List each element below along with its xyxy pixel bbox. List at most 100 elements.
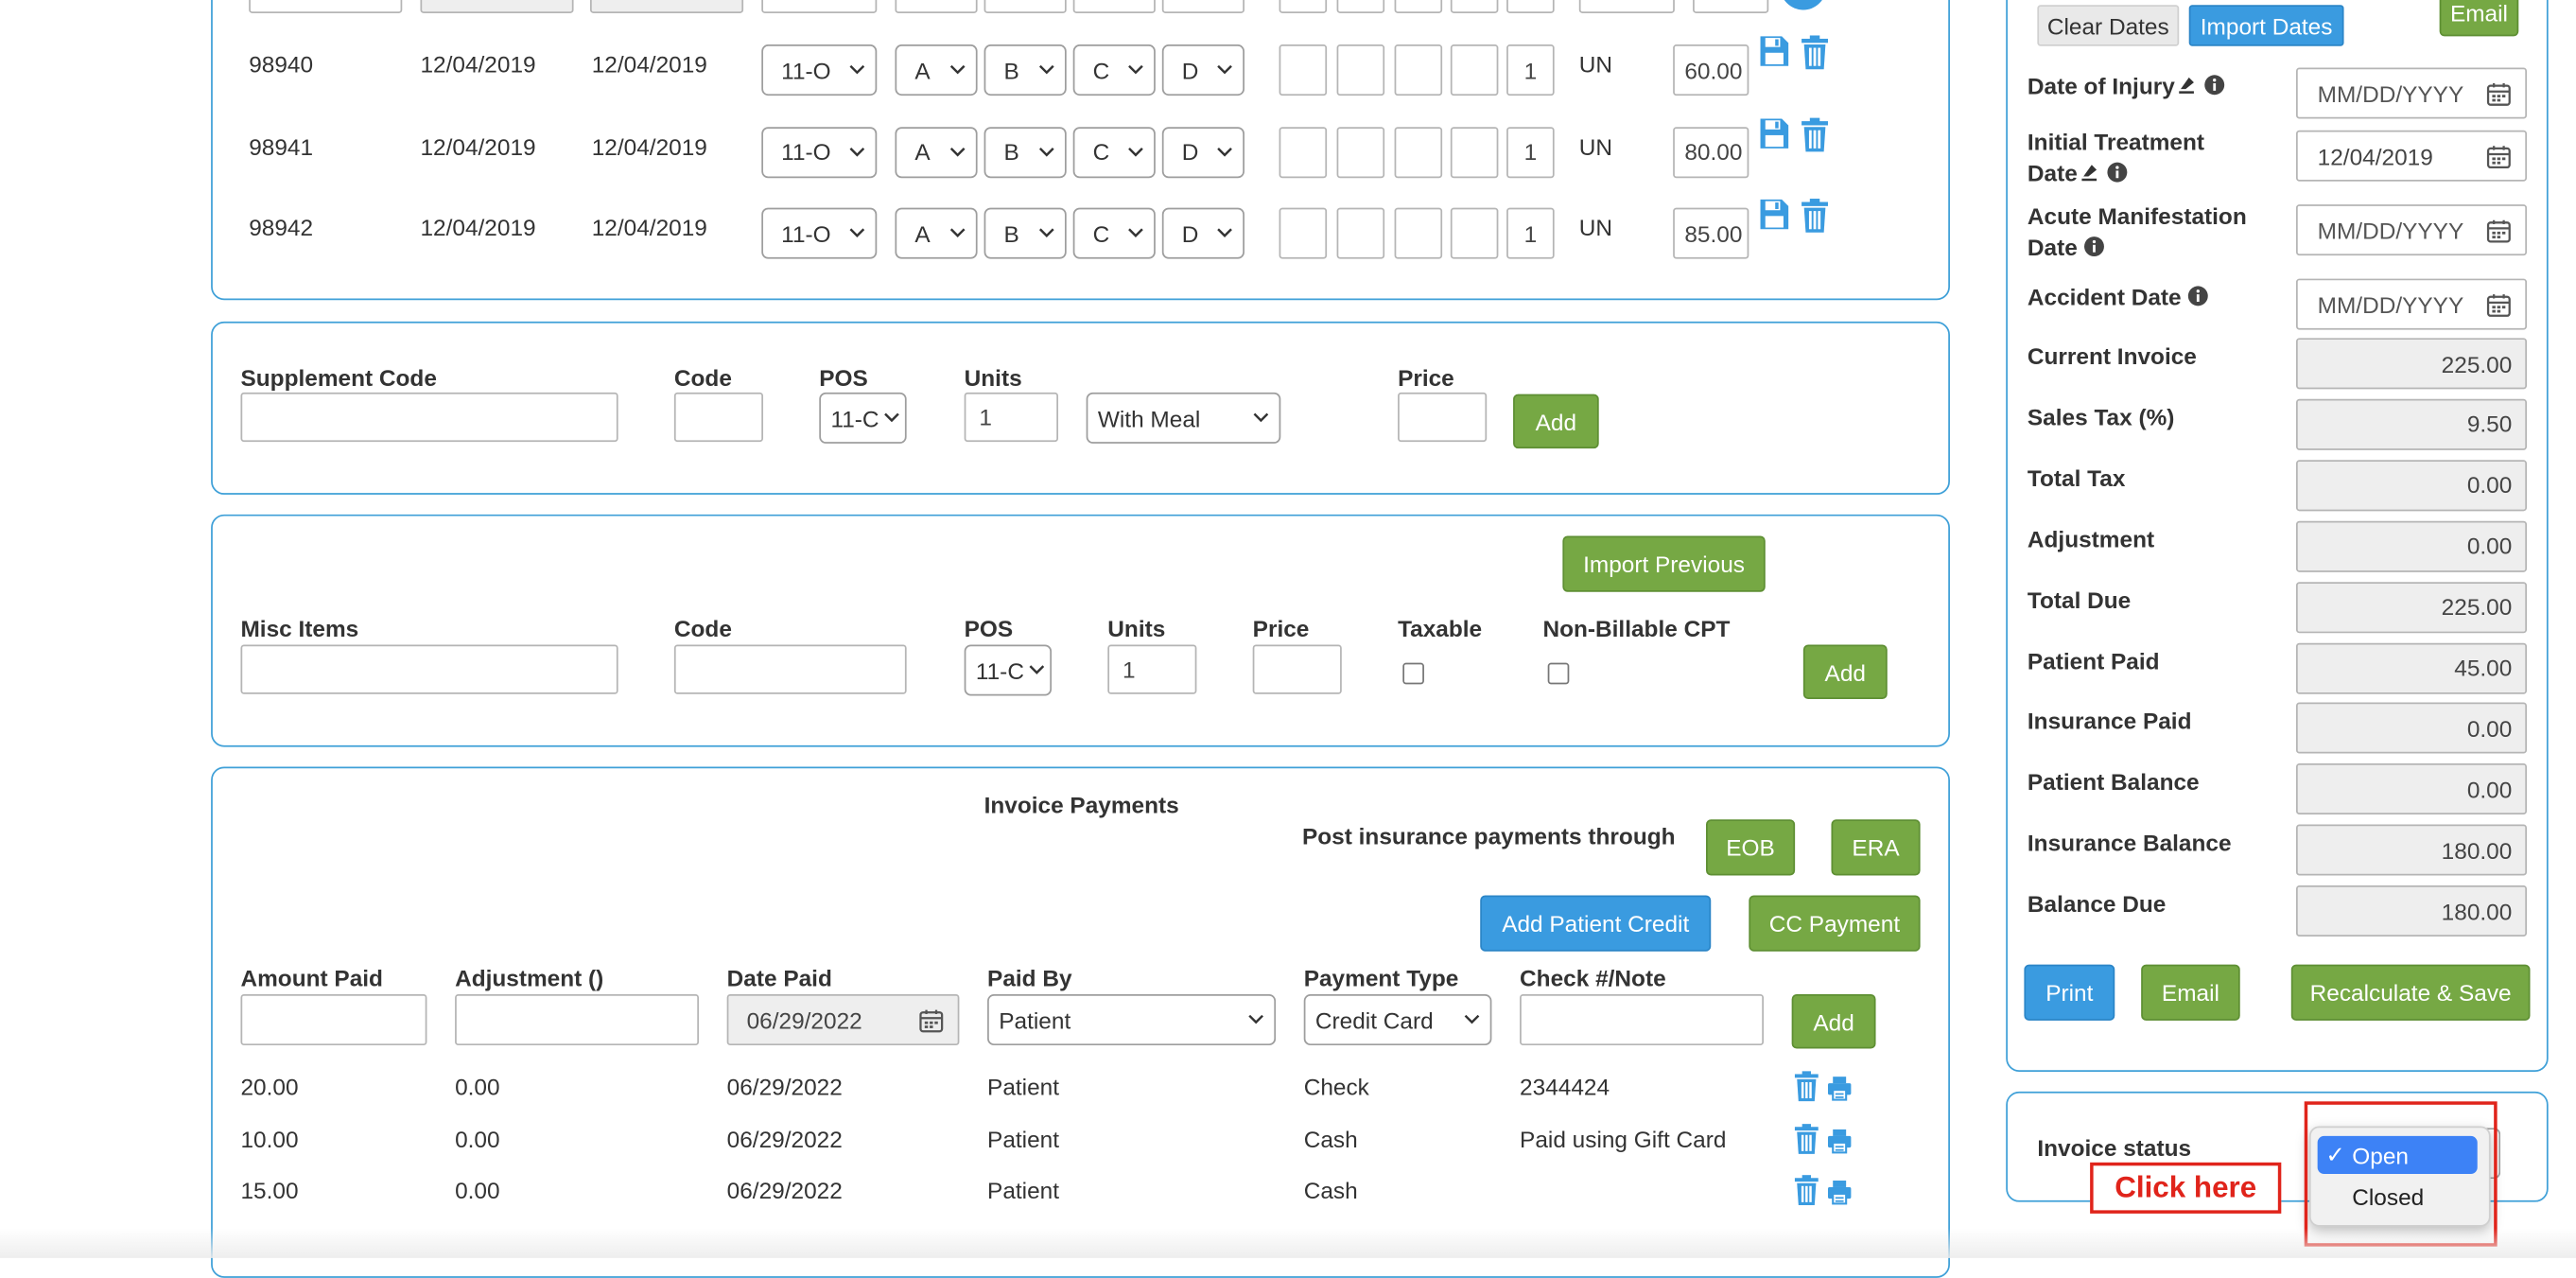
nonbillable-checkbox[interactable] — [1547, 662, 1570, 685]
calendar-icon[interactable] — [2485, 292, 2512, 319]
misc-pos-select[interactable]: 11-C — [964, 644, 1053, 696]
printer-icon[interactable] — [1826, 1075, 1853, 1101]
modifier-input[interactable] — [1279, 126, 1328, 178]
supplement-add-button[interactable]: Add — [1513, 394, 1599, 449]
clear-dates-button[interactable]: Clear Dates — [2037, 5, 2180, 46]
misc-add-button[interactable]: Add — [1802, 644, 1888, 700]
diagnosis-pointer-select[interactable]: A — [895, 207, 978, 259]
diagnosis-pointer-select[interactable]: C — [1072, 126, 1156, 178]
modifier-input[interactable] — [1279, 44, 1328, 96]
amount-paid-input[interactable] — [240, 994, 427, 1046]
modifier-input[interactable] — [1394, 126, 1443, 178]
cropped-input[interactable] — [895, 0, 978, 13]
print-button[interactable]: Print — [2024, 964, 2115, 1021]
cropped-input[interactable] — [1578, 0, 1675, 13]
service-charge-input[interactable]: 85.00 — [1673, 207, 1749, 259]
date-input[interactable]: MM/DD/YYYY — [2295, 204, 2528, 256]
payment-add-button[interactable]: Add — [1791, 994, 1876, 1049]
supplement-code2-input[interactable] — [673, 392, 764, 443]
supplement-pos-select[interactable]: 11-C — [819, 392, 907, 444]
adjustment-input[interactable] — [455, 994, 700, 1046]
import-previous-button[interactable]: Import Previous — [1562, 535, 1766, 592]
diagnosis-pointer-select[interactable]: B — [983, 44, 1067, 96]
modifier-input[interactable] — [1394, 44, 1443, 96]
cropped-input[interactable] — [1450, 0, 1499, 13]
diagnosis-pointer-select[interactable]: C — [1072, 207, 1156, 259]
diagnosis-pointer-select[interactable]: A — [895, 44, 978, 96]
paid-by-select[interactable]: Patient — [987, 994, 1277, 1046]
trash-icon[interactable] — [1800, 198, 1829, 234]
misc-code-input[interactable] — [673, 644, 907, 694]
service-units-input[interactable]: 1 — [1506, 207, 1555, 259]
modifier-input[interactable] — [1450, 44, 1499, 96]
diagnosis-pointer-select[interactable]: D — [1161, 126, 1244, 178]
modifier-input[interactable] — [1450, 126, 1499, 178]
modifier-input[interactable] — [1394, 207, 1443, 259]
trash-icon[interactable] — [1793, 1174, 1819, 1207]
date-input[interactable]: MM/DD/YYYY — [2295, 67, 2528, 119]
service-charge-input[interactable]: 80.00 — [1673, 126, 1749, 178]
diagnosis-pointer-select[interactable]: D — [1161, 44, 1244, 96]
save-icon[interactable] — [1759, 35, 1790, 68]
email-button[interactable]: Email — [2141, 964, 2240, 1021]
cropped-input[interactable] — [983, 0, 1067, 13]
check-note-input[interactable] — [1520, 994, 1765, 1046]
trash-icon[interactable] — [1800, 116, 1829, 152]
date-input[interactable]: MM/DD/YYYY — [2295, 278, 2528, 330]
misc-price-input[interactable] — [1252, 644, 1342, 694]
cropped-input[interactable] — [1506, 0, 1555, 13]
cropped-input[interactable] — [761, 0, 878, 13]
payment-type-select[interactable]: Credit Card — [1303, 994, 1492, 1046]
import-dates-button[interactable]: Import Dates — [2188, 5, 2344, 46]
eob-button[interactable]: EOB — [1706, 819, 1796, 876]
service-units-input[interactable]: 1 — [1506, 126, 1555, 178]
diagnosis-pointer-select[interactable]: D — [1161, 207, 1244, 259]
service-pos-select[interactable]: 11-O — [761, 44, 878, 96]
modifier-input[interactable] — [1336, 126, 1385, 178]
trash-icon[interactable] — [1793, 1070, 1819, 1103]
diagnosis-pointer-select[interactable]: C — [1072, 44, 1156, 96]
supplement-meal-select[interactable]: With Meal — [1086, 392, 1281, 444]
service-pos-select[interactable]: 11-O — [761, 126, 878, 178]
modifier-input[interactable] — [1279, 207, 1328, 259]
service-charge-input[interactable]: 60.00 — [1673, 44, 1749, 96]
supplement-units-input[interactable]: 1 — [964, 392, 1059, 443]
diagnosis-pointer-select[interactable]: A — [895, 126, 978, 178]
modifier-input[interactable] — [1336, 44, 1385, 96]
supplement-code-input[interactable] — [240, 392, 618, 443]
cc-payment-button[interactable]: CC Payment — [1749, 895, 1921, 952]
calendar-icon[interactable] — [2485, 80, 2512, 107]
calendar-icon[interactable] — [2485, 218, 2512, 244]
diagnosis-pointer-select[interactable]: B — [983, 126, 1067, 178]
service-pos-select[interactable]: 11-O — [761, 207, 878, 259]
calendar-icon[interactable] — [2485, 144, 2512, 170]
add-row-icon[interactable] — [1777, 0, 1830, 16]
service-units-input[interactable]: 1 — [1506, 44, 1555, 96]
taxable-checkbox[interactable] — [1402, 662, 1424, 685]
save-icon[interactable] — [1759, 198, 1790, 231]
trash-icon[interactable] — [1793, 1122, 1819, 1155]
misc-units-input[interactable]: 1 — [1107, 644, 1197, 694]
supplement-price-input[interactable] — [1398, 392, 1488, 443]
email-top-button[interactable]: Email — [2439, 0, 2519, 37]
add-patient-credit-button[interactable]: Add Patient Credit — [1480, 895, 1712, 952]
printer-icon[interactable] — [1826, 1127, 1853, 1153]
recalculate-save-button[interactable]: Recalculate & Save — [2290, 964, 2531, 1021]
trash-icon[interactable] — [1800, 35, 1829, 71]
save-icon[interactable] — [1759, 116, 1790, 149]
era-button[interactable]: ERA — [1831, 819, 1921, 876]
cropped-input[interactable] — [1394, 0, 1443, 13]
cropped-input[interactable] — [249, 0, 403, 13]
calendar-icon[interactable] — [918, 1007, 945, 1034]
cropped-input[interactable] — [1279, 0, 1328, 13]
misc-items-input[interactable] — [240, 644, 618, 694]
cropped-input[interactable] — [1161, 0, 1244, 13]
modifier-input[interactable] — [1450, 207, 1499, 259]
printer-icon[interactable] — [1826, 1179, 1853, 1205]
diagnosis-pointer-select[interactable]: B — [983, 207, 1067, 259]
cropped-input[interactable] — [1693, 0, 1769, 13]
date-paid-input[interactable]: 06/29/2022 — [726, 994, 960, 1046]
modifier-input[interactable] — [1336, 207, 1385, 259]
cropped-input[interactable] — [1072, 0, 1156, 13]
date-input[interactable]: 12/04/2019 — [2295, 130, 2528, 182]
